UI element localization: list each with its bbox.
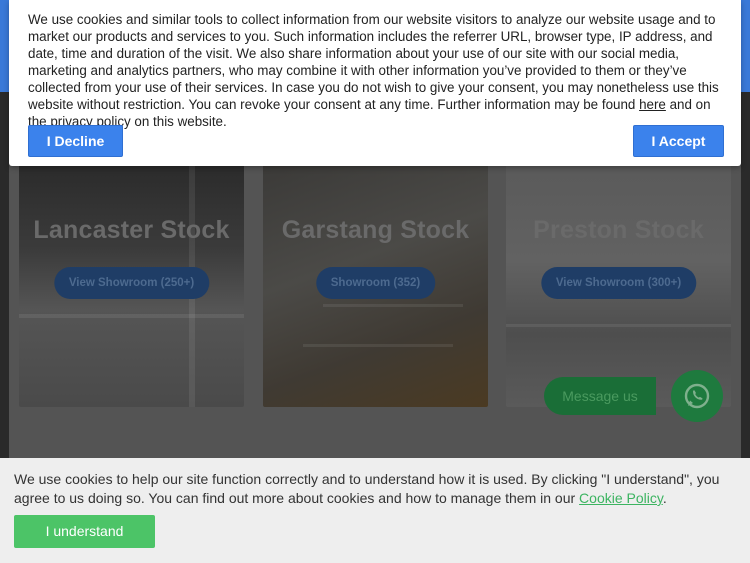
consent-dialog: We use cookies and similar tools to coll…	[9, 0, 741, 166]
consent-text: We use cookies and similar tools to coll…	[28, 11, 726, 130]
cookie-policy-link[interactable]: Cookie Policy	[579, 490, 663, 506]
whatsapp-icon	[684, 383, 710, 409]
cookie-body-end: .	[662, 490, 667, 506]
privacy-here-link[interactable]: here	[639, 97, 666, 112]
whatsapp-button[interactable]	[671, 370, 723, 422]
decline-button[interactable]: I Decline	[28, 125, 123, 157]
view-showroom-button[interactable]: View Showroom (300+)	[540, 267, 697, 299]
showroom-card-garstang[interactable]: Garstang Stock Showroom (352)	[263, 164, 488, 407]
showroom-card-lancaster[interactable]: Lancaster Stock View Showroom (250+)	[19, 164, 244, 407]
card-title: Lancaster Stock	[33, 216, 230, 244]
i-understand-button[interactable]: I understand	[14, 515, 155, 548]
card-title: Garstang Stock	[281, 216, 470, 244]
consent-body: We use cookies and similar tools to coll…	[28, 12, 719, 112]
view-showroom-button[interactable]: Showroom (352)	[315, 267, 436, 299]
card-title: Preston Stock	[533, 216, 704, 244]
view-showroom-button[interactable]: View Showroom (250+)	[53, 267, 210, 299]
cookie-bar: We use cookies to help our site function…	[0, 458, 750, 563]
message-us-button[interactable]: Message us	[544, 377, 656, 415]
accept-button[interactable]: I Accept	[633, 125, 724, 157]
cookie-text: We use cookies to help our site function…	[14, 470, 736, 508]
